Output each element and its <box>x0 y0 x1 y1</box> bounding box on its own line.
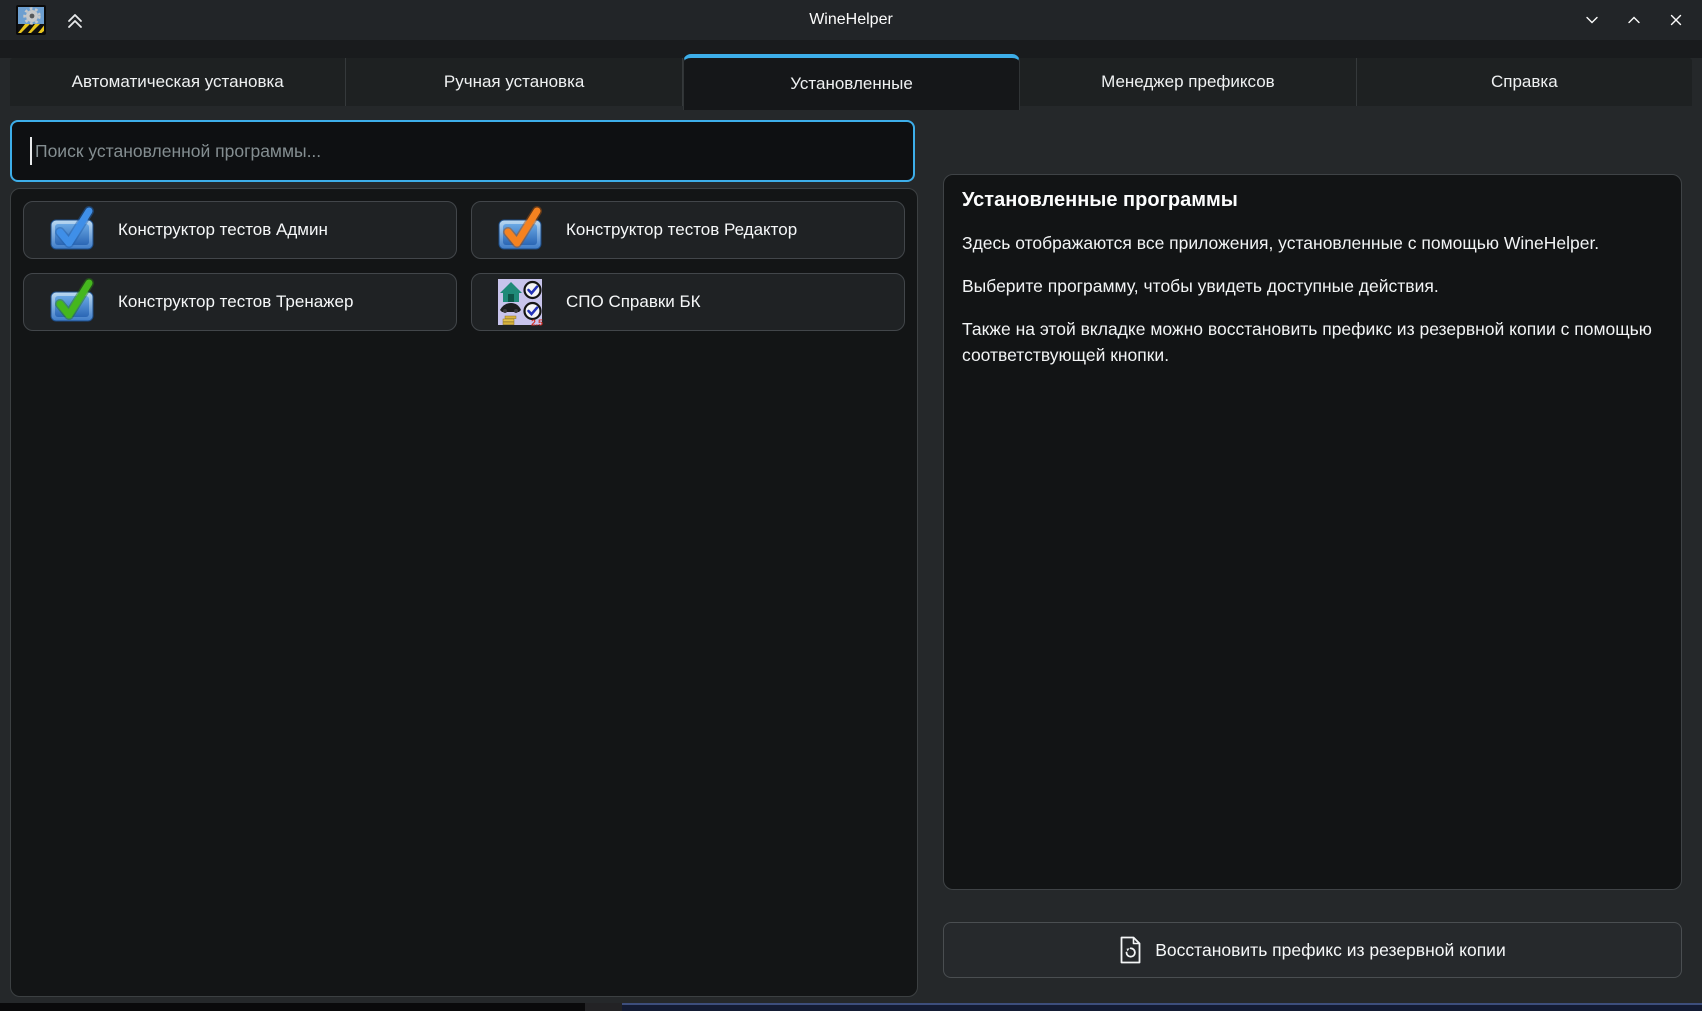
program-item[interactable]: Конструктор тестов Тренажер <box>23 273 457 331</box>
program-item[interactable]: Конструктор тестов Админ <box>23 201 457 259</box>
window-controls <box>1578 0 1690 40</box>
tab-installed[interactable]: Установленные <box>683 54 1020 110</box>
program-name: СПО Справки БК <box>566 292 701 312</box>
search-placeholder: Поиск установленной программы... <box>35 141 321 162</box>
spo-spravki-bk-icon: 2.5 <box>496 278 544 326</box>
taskbar-segment-gray <box>585 1003 622 1011</box>
info-paragraph: Также на этой вкладке можно восстановить… <box>962 316 1663 368</box>
program-item[interactable]: 2.5 СПО Справки БК <box>471 273 905 331</box>
info-panel: Установленные программы Здесь отображают… <box>943 174 1682 890</box>
text-caret <box>30 137 32 165</box>
titlebar: WineHelper <box>0 0 1702 40</box>
search-input[interactable]: Поиск установленной программы... <box>10 120 915 182</box>
tab-manual-install[interactable]: Ручная установка <box>346 58 682 106</box>
taskbar-edge <box>0 1003 1702 1011</box>
close-button[interactable] <box>1662 6 1690 34</box>
program-name: Конструктор тестов Редактор <box>566 220 797 240</box>
info-paragraph: Выберите программу, чтобы увидеть доступ… <box>962 273 1663 299</box>
tab-bar: Автоматическая установка Ручная установк… <box>10 58 1692 106</box>
tab-prefix-manager[interactable]: Менеджер префиксов <box>1020 58 1356 106</box>
checkbox-orange-check-icon <box>496 206 544 254</box>
minimize-button[interactable] <box>1578 6 1606 34</box>
window-title: WineHelper <box>0 11 1702 29</box>
checkbox-blue-check-icon <box>48 206 96 254</box>
installed-programs-panel: Конструктор тестов Админ Конструктор тес… <box>10 188 918 997</box>
taskbar-segment-navy <box>622 1003 1702 1011</box>
svg-text:2.5: 2.5 <box>531 318 543 328</box>
tab-auto-install[interactable]: Автоматическая установка <box>10 58 346 106</box>
info-paragraph: Здесь отображаются все приложения, устан… <box>962 230 1663 256</box>
restore-document-icon <box>1119 936 1142 964</box>
program-item[interactable]: Конструктор тестов Редактор <box>471 201 905 259</box>
program-name: Конструктор тестов Тренажер <box>118 292 353 312</box>
program-name: Конструктор тестов Админ <box>118 220 328 240</box>
restore-button-label: Восстановить префикс из резервной копии <box>1155 940 1505 961</box>
maximize-button[interactable] <box>1620 6 1648 34</box>
checkbox-green-check-icon <box>48 278 96 326</box>
restore-prefix-button[interactable]: Восстановить префикс из резервной копии <box>943 922 1682 978</box>
taskbar-segment-dark <box>0 1003 585 1011</box>
tab-help[interactable]: Справка <box>1357 58 1692 106</box>
info-panel-title: Установленные программы <box>962 189 1663 212</box>
